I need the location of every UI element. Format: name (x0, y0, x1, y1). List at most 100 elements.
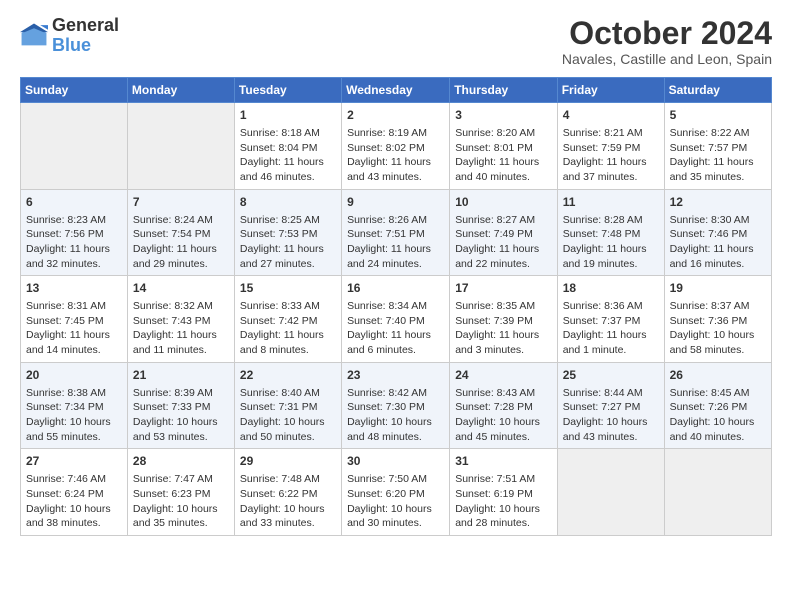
day-number: 23 (347, 367, 444, 384)
day-cell: 13Sunrise: 8:31 AM Sunset: 7:45 PM Dayli… (21, 276, 128, 363)
day-info: Sunrise: 7:46 AM Sunset: 6:24 PM Dayligh… (26, 472, 122, 531)
day-info: Sunrise: 8:20 AM Sunset: 8:01 PM Dayligh… (455, 126, 551, 185)
day-info: Sunrise: 8:22 AM Sunset: 7:57 PM Dayligh… (670, 126, 766, 185)
day-info: Sunrise: 7:50 AM Sunset: 6:20 PM Dayligh… (347, 472, 444, 531)
day-cell: 12 Sunrise: 8:30 AM Sunset: 7:46 PM Dayli… (664, 189, 771, 276)
day-cell: 22Sunrise: 8:40 AM Sunset: 7:31 PM Dayli… (234, 362, 341, 449)
day-number: 12 (670, 194, 766, 211)
day-number: 28 (133, 453, 229, 470)
day-cell: 9 Sunrise: 8:26 AM Sunset: 7:51 PM Daylig… (342, 189, 450, 276)
header: General Blue October 2024 Navales, Casti… (20, 16, 772, 67)
day-info: Sunrise: 8:25 AM Sunset: 7:53 PM Dayligh… (240, 213, 336, 272)
day-cell: 4Sunrise: 8:21 AM Sunset: 7:59 PM Daylig… (557, 103, 664, 190)
calendar-table: SundayMondayTuesdayWednesdayThursdayFrid… (20, 77, 772, 536)
day-info: Sunrise: 8:39 AM Sunset: 7:33 PM Dayligh… (133, 386, 229, 445)
week-row-2: 6 Sunrise: 8:23 AM Sunset: 7:56 PM Daylig… (21, 189, 772, 276)
day-info: Sunrise: 8:18 AM Sunset: 8:04 PM Dayligh… (240, 126, 336, 185)
day-number: 30 (347, 453, 444, 470)
header-cell-thursday: Thursday (450, 78, 557, 103)
day-cell: 5 Sunrise: 8:22 AM Sunset: 7:57 PM Daylig… (664, 103, 771, 190)
day-cell: 15Sunrise: 8:33 AM Sunset: 7:42 PM Dayli… (234, 276, 341, 363)
day-number: 21 (133, 367, 229, 384)
day-number: 29 (240, 453, 336, 470)
day-number: 5 (670, 107, 766, 124)
day-cell: 3Sunrise: 8:20 AM Sunset: 8:01 PM Daylig… (450, 103, 557, 190)
day-cell: 20Sunrise: 8:38 AM Sunset: 7:34 PM Dayli… (21, 362, 128, 449)
day-info: Sunrise: 8:45 AM Sunset: 7:26 PM Dayligh… (670, 386, 766, 445)
day-number: 17 (455, 280, 551, 297)
day-cell: 18Sunrise: 8:36 AM Sunset: 7:37 PM Dayli… (557, 276, 664, 363)
logo-line2: Blue (52, 36, 119, 56)
day-cell (557, 449, 664, 536)
header-cell-monday: Monday (127, 78, 234, 103)
day-cell: 31Sunrise: 7:51 AM Sunset: 6:19 PM Dayli… (450, 449, 557, 536)
day-number: 2 (347, 107, 444, 124)
day-info: Sunrise: 7:47 AM Sunset: 6:23 PM Dayligh… (133, 472, 229, 531)
header-cell-friday: Friday (557, 78, 664, 103)
logo-line1: General (52, 16, 119, 36)
day-number: 19 (670, 280, 766, 297)
day-cell: 21 Sunrise: 8:39 AM Sunset: 7:33 PM Dayli… (127, 362, 234, 449)
day-cell: 17 Sunrise: 8:35 AM Sunset: 7:39 PM Dayli… (450, 276, 557, 363)
day-info: Sunrise: 8:32 AM Sunset: 7:43 PM Dayligh… (133, 299, 229, 358)
day-cell: 10Sunrise: 8:27 AM Sunset: 7:49 PM Dayli… (450, 189, 557, 276)
day-info: Sunrise: 8:43 AM Sunset: 7:28 PM Dayligh… (455, 386, 551, 445)
day-cell: 23 Sunrise: 8:42 AM Sunset: 7:30 PM Dayli… (342, 362, 450, 449)
header-cell-wednesday: Wednesday (342, 78, 450, 103)
day-cell: 27Sunrise: 7:46 AM Sunset: 6:24 PM Dayli… (21, 449, 128, 536)
header-row: SundayMondayTuesdayWednesdayThursdayFrid… (21, 78, 772, 103)
day-number: 20 (26, 367, 122, 384)
day-number: 18 (563, 280, 659, 297)
day-cell: 24 Sunrise: 8:43 AM Sunset: 7:28 PM Dayli… (450, 362, 557, 449)
header-cell-tuesday: Tuesday (234, 78, 341, 103)
day-number: 8 (240, 194, 336, 211)
day-cell: 6 Sunrise: 8:23 AM Sunset: 7:56 PM Daylig… (21, 189, 128, 276)
day-cell: 11 Sunrise: 8:28 AM Sunset: 7:48 PM Dayli… (557, 189, 664, 276)
calendar-header: SundayMondayTuesdayWednesdayThursdayFrid… (21, 78, 772, 103)
title-block: October 2024 Navales, Castille and Leon,… (562, 16, 772, 67)
week-row-1: 1Sunrise: 8:18 AM Sunset: 8:04 PM Daylig… (21, 103, 772, 190)
day-info: Sunrise: 8:28 AM Sunset: 7:48 PM Dayligh… (563, 213, 659, 272)
day-cell: 7Sunrise: 8:24 AM Sunset: 7:54 PM Daylig… (127, 189, 234, 276)
day-number: 11 (563, 194, 659, 211)
month-title: October 2024 (562, 16, 772, 51)
day-cell: 8 Sunrise: 8:25 AM Sunset: 7:53 PM Daylig… (234, 189, 341, 276)
calendar-body: 1Sunrise: 8:18 AM Sunset: 8:04 PM Daylig… (21, 103, 772, 536)
day-number: 31 (455, 453, 551, 470)
day-number: 4 (563, 107, 659, 124)
day-info: Sunrise: 8:24 AM Sunset: 7:54 PM Dayligh… (133, 213, 229, 272)
day-info: Sunrise: 8:30 AM Sunset: 7:46 PM Dayligh… (670, 213, 766, 272)
week-row-4: 20Sunrise: 8:38 AM Sunset: 7:34 PM Dayli… (21, 362, 772, 449)
day-number: 9 (347, 194, 444, 211)
day-cell (664, 449, 771, 536)
day-info: Sunrise: 8:26 AM Sunset: 7:51 PM Dayligh… (347, 213, 444, 272)
day-info: Sunrise: 8:27 AM Sunset: 7:49 PM Dayligh… (455, 213, 551, 272)
day-info: Sunrise: 8:23 AM Sunset: 7:56 PM Dayligh… (26, 213, 122, 272)
page: General Blue October 2024 Navales, Casti… (0, 0, 792, 552)
day-cell: 14 Sunrise: 8:32 AM Sunset: 7:43 PM Dayli… (127, 276, 234, 363)
day-info: Sunrise: 7:48 AM Sunset: 6:22 PM Dayligh… (240, 472, 336, 531)
day-number: 24 (455, 367, 551, 384)
day-info: Sunrise: 8:42 AM Sunset: 7:30 PM Dayligh… (347, 386, 444, 445)
day-number: 14 (133, 280, 229, 297)
logo-icon (20, 22, 48, 50)
day-number: 6 (26, 194, 122, 211)
logo: General Blue (20, 16, 119, 56)
day-info: Sunrise: 8:44 AM Sunset: 7:27 PM Dayligh… (563, 386, 659, 445)
day-number: 26 (670, 367, 766, 384)
week-row-5: 27Sunrise: 7:46 AM Sunset: 6:24 PM Dayli… (21, 449, 772, 536)
day-info: Sunrise: 8:35 AM Sunset: 7:39 PM Dayligh… (455, 299, 551, 358)
day-number: 25 (563, 367, 659, 384)
day-info: Sunrise: 8:19 AM Sunset: 8:02 PM Dayligh… (347, 126, 444, 185)
day-info: Sunrise: 8:34 AM Sunset: 7:40 PM Dayligh… (347, 299, 444, 358)
day-cell: 28 Sunrise: 7:47 AM Sunset: 6:23 PM Dayli… (127, 449, 234, 536)
day-number: 13 (26, 280, 122, 297)
day-number: 22 (240, 367, 336, 384)
day-cell: 19Sunrise: 8:37 AM Sunset: 7:36 PM Dayli… (664, 276, 771, 363)
week-row-3: 13Sunrise: 8:31 AM Sunset: 7:45 PM Dayli… (21, 276, 772, 363)
header-cell-sunday: Sunday (21, 78, 128, 103)
day-cell: 26 Sunrise: 8:45 AM Sunset: 7:26 PM Dayli… (664, 362, 771, 449)
logo-text: General Blue (52, 16, 119, 56)
header-cell-saturday: Saturday (664, 78, 771, 103)
day-number: 16 (347, 280, 444, 297)
